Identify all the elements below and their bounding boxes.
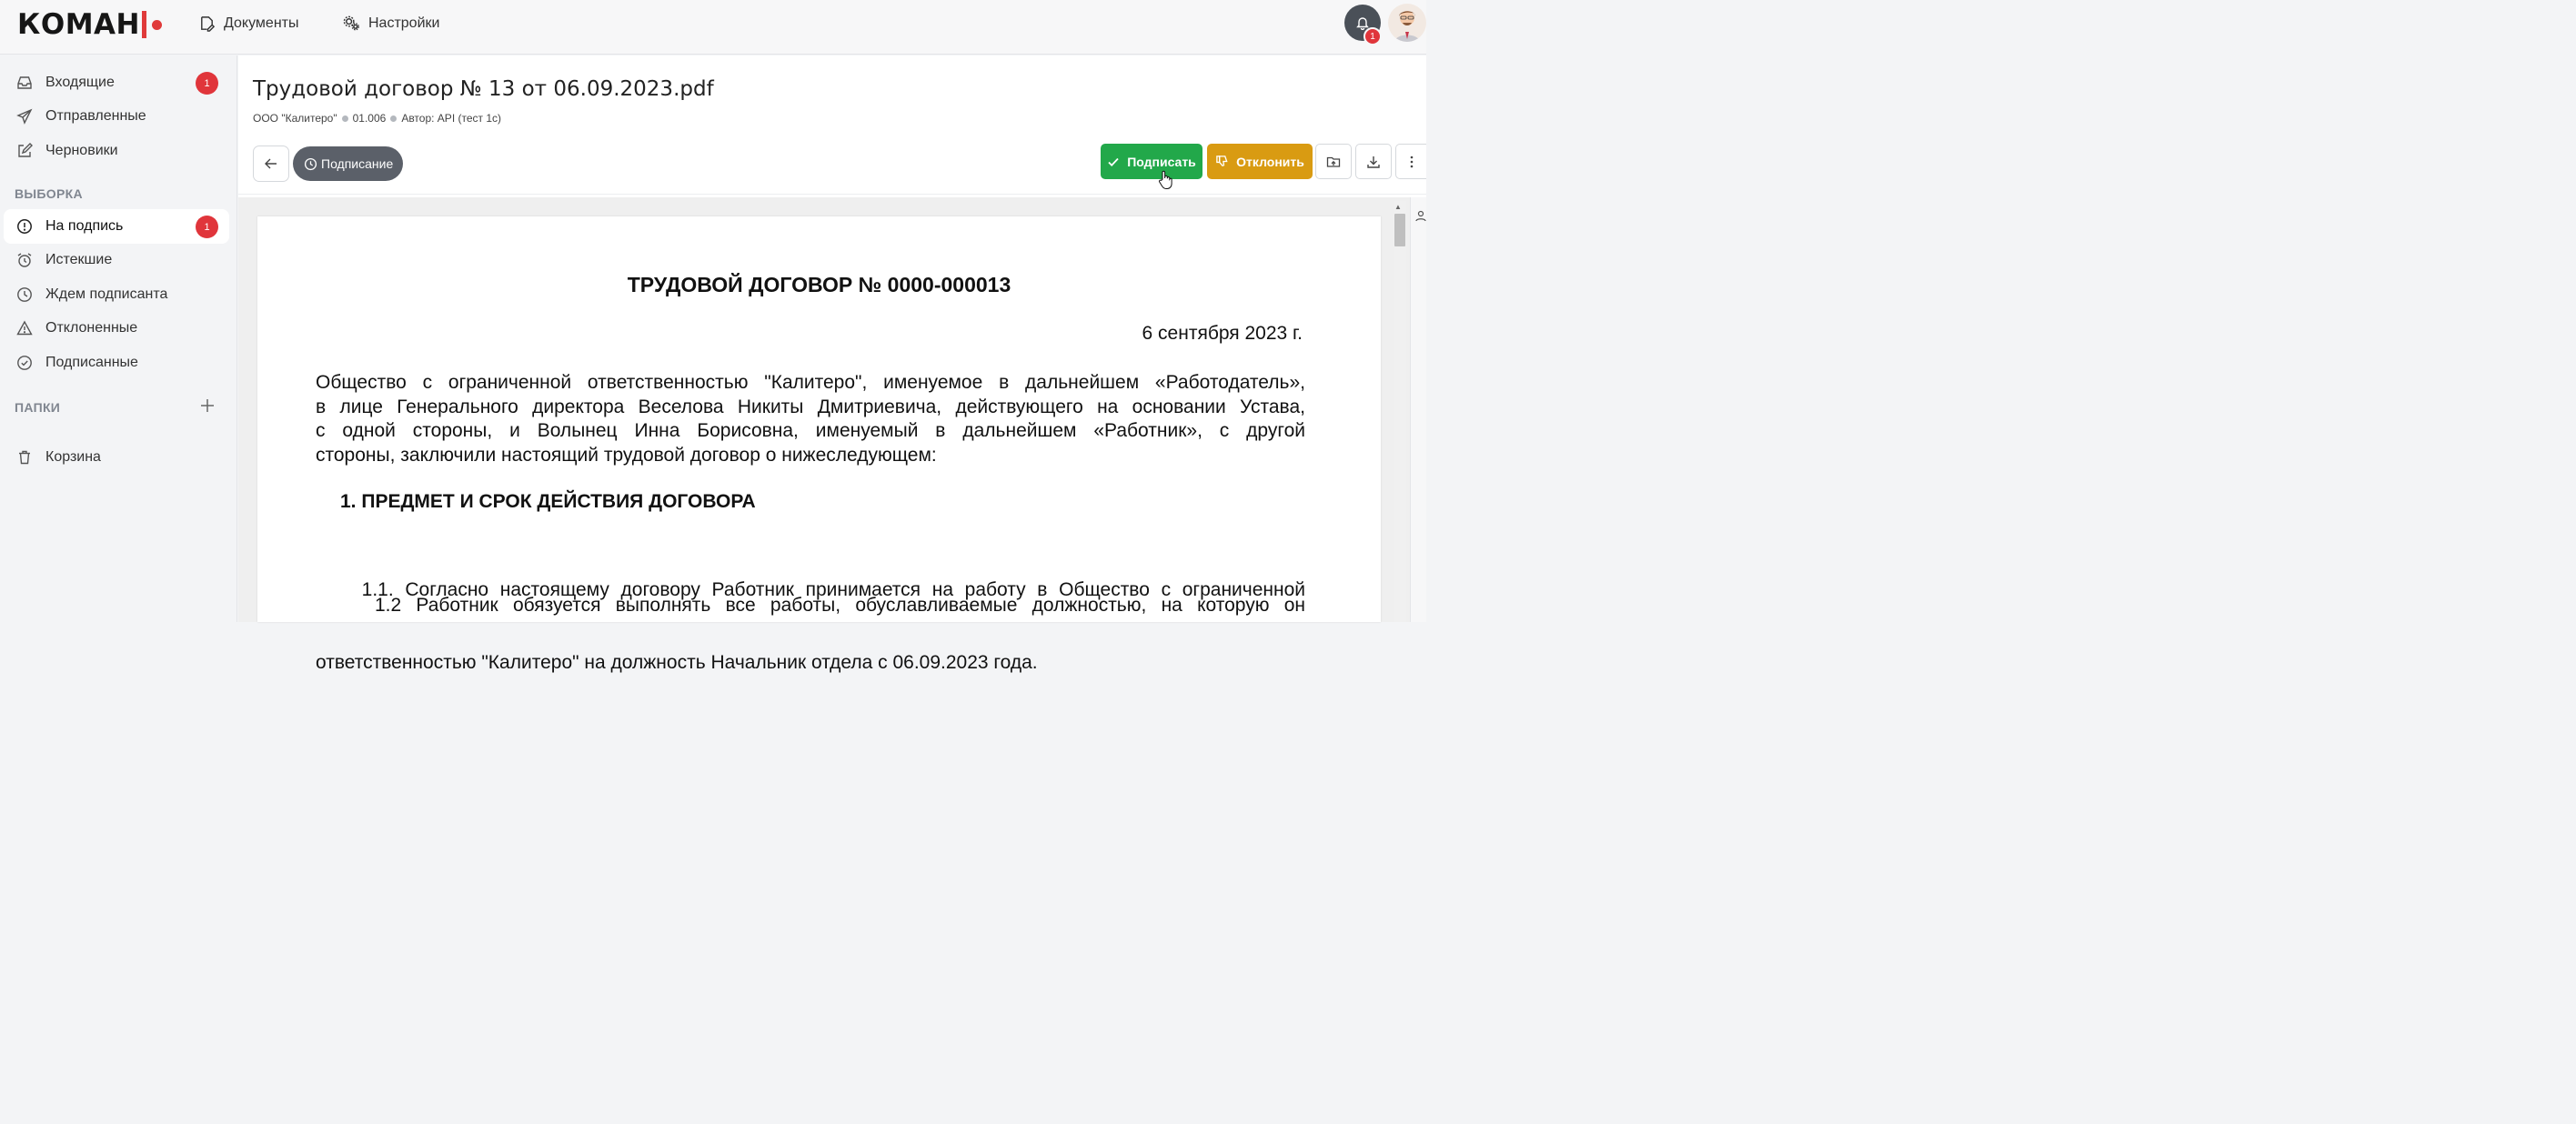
sign-button-label: Подписать xyxy=(1127,154,1196,169)
logo-dot-mark xyxy=(151,19,162,30)
pdf-date: 6 сентября 2023 г. xyxy=(1142,323,1303,344)
add-folder-icon[interactable] xyxy=(199,397,216,414)
top-bar: КОМАН Документы Настройки 1 xyxy=(0,0,1426,55)
inbox-icon xyxy=(17,76,32,89)
warning-triangle-icon xyxy=(16,320,33,336)
hand-cursor-icon xyxy=(1159,170,1172,189)
document-meta: ООО "Калитеро" 01.006 Автор: API (тест 1… xyxy=(253,112,501,125)
pdf-text-line: стороны, заключили настоящий трудовой до… xyxy=(316,444,937,466)
document-title: Трудовой договор № 13 от 06.09.2023.pdf xyxy=(253,77,714,101)
gears-icon xyxy=(343,15,359,31)
inbox-count-badge: 1 xyxy=(196,72,218,95)
main-content: Трудовой договор № 13 от 06.09.2023.pdf … xyxy=(238,55,1426,673)
sidebar-item-label: Подписанные xyxy=(45,355,138,370)
folder-upload-icon xyxy=(1326,156,1341,167)
meta-separator-dot xyxy=(390,115,397,122)
meta-separator-dot xyxy=(341,115,348,122)
right-side-panel xyxy=(1410,197,1426,622)
document-author: Автор: API (тест 1с) xyxy=(401,112,502,125)
pdf-section-heading: 1. ПРЕДМЕТ И СРОК ДЕЙСТВИЯ ДОГОВОРА xyxy=(340,491,756,512)
alert-circle-icon xyxy=(17,219,32,234)
send-icon xyxy=(16,108,33,125)
status-label: Подписание xyxy=(321,156,394,171)
pdf-title: ТРУДОВОЙ ДОГОВОР № 0000-000013 xyxy=(627,273,1011,296)
check-circle-icon xyxy=(17,356,32,370)
folders-heading: ПАПКИ xyxy=(15,400,61,415)
download-button[interactable] xyxy=(1355,144,1392,179)
arrow-left-icon xyxy=(265,158,277,169)
users-icon[interactable] xyxy=(1415,210,1426,223)
logo-text: КОМАН xyxy=(17,8,140,41)
sidebar-item-label: Отправленные xyxy=(45,108,146,124)
sidebar: Входящие 1 Отправленные Черновики ВЫБОРК… xyxy=(0,55,237,622)
alarm-clock-icon xyxy=(17,253,32,267)
avatar[interactable] xyxy=(1388,4,1426,42)
pdf-viewer[interactable]: ТРУДОВОЙ ДОГОВОР № 0000-000013 6 сентябр… xyxy=(238,197,1410,673)
sidebar-item-trash[interactable]: Корзина xyxy=(4,440,229,475)
sidebar-item-label: На подпись xyxy=(45,218,124,234)
sidebar-item-label: Корзина xyxy=(45,449,101,465)
thumbs-down-icon xyxy=(1216,156,1228,166)
pdf-clause-1-2: 1.2 Работник обязуется выполнять все раб… xyxy=(316,594,1305,618)
sidebar-item-waiting-signer[interactable]: Ждем подписанта xyxy=(4,277,229,312)
sidebar-item-rejected[interactable]: Отклоненные xyxy=(4,311,229,346)
sidebar-item-inbox[interactable]: Входящие 1 xyxy=(4,65,229,100)
document-edit-icon xyxy=(201,16,216,32)
sidebar-item-expired[interactable]: Истекшие xyxy=(4,243,229,277)
selection-heading: ВЫБОРКА xyxy=(15,186,83,201)
scroll-up-arrow[interactable]: ▲ xyxy=(1394,203,1402,211)
clock-icon xyxy=(17,287,32,302)
reject-button[interactable]: Отклонить xyxy=(1207,144,1313,179)
back-button[interactable] xyxy=(253,146,289,182)
to-sign-count-badge: 1 xyxy=(196,216,218,238)
sidebar-item-label: Черновики xyxy=(45,143,118,158)
logo[interactable]: КОМАН xyxy=(17,7,162,42)
more-vertical-icon xyxy=(1410,156,1413,167)
document-code: 01.006 xyxy=(352,112,387,125)
sign-button[interactable]: Подписать xyxy=(1101,144,1202,179)
pdf-text-line: 1.2 Работник обязуется выполнять все раб… xyxy=(316,595,1305,616)
pdf-text-line: Общество с ограниченной ответственностью… xyxy=(316,372,1305,393)
check-icon xyxy=(1108,157,1119,166)
logo-bar-mark xyxy=(141,11,146,38)
pdf-clause-1-1: 1.1. Согласно настоящему договору Работн… xyxy=(316,530,1305,723)
sidebar-item-drafts[interactable]: Черновики xyxy=(4,134,229,168)
edit-icon xyxy=(18,143,33,157)
clock-icon xyxy=(304,157,317,170)
nav-settings[interactable]: Настройки xyxy=(343,15,439,32)
pdf-scrollbar-thumb[interactable] xyxy=(1394,214,1405,246)
reject-button-label: Отклонить xyxy=(1236,154,1304,169)
user-avatar-illustration xyxy=(1394,11,1420,42)
sidebar-item-to-sign[interactable]: На подпись 1 xyxy=(4,209,229,244)
pdf-scrollbar[interactable] xyxy=(1394,201,1406,622)
move-to-folder-button[interactable] xyxy=(1315,144,1352,179)
notifications-badge: 1 xyxy=(1363,27,1382,45)
sidebar-item-label: Отклоненные xyxy=(45,320,138,336)
sidebar-item-label: Входящие xyxy=(45,75,115,90)
trash-icon xyxy=(19,450,30,465)
pdf-intro-paragraph: Общество с ограниченной ответственностью… xyxy=(316,371,1305,467)
sidebar-item-label: Ждем подписанта xyxy=(45,286,168,302)
pdf-page: ТРУДОВОЙ ДОГОВОР № 0000-000013 6 сентябр… xyxy=(257,216,1381,673)
sidebar-item-signed[interactable]: Подписанные xyxy=(4,346,229,380)
nav-settings-label: Настройки xyxy=(368,15,440,31)
status-badge: Подписание xyxy=(293,146,404,181)
pdf-text-line: ответственностью "Калитеро" на должность… xyxy=(316,651,1038,673)
pdf-text-line: в лице Генерального директора Веселова Н… xyxy=(316,396,1305,417)
more-options-button[interactable] xyxy=(1395,144,1426,179)
download-icon xyxy=(1367,156,1380,168)
pdf-text-line: с одной стороны, и Волынец Инна Борисовн… xyxy=(316,420,1305,441)
toolbar-divider xyxy=(238,194,1426,195)
nav-documents-label: Документы xyxy=(224,15,299,31)
sidebar-item-label: Истекшие xyxy=(45,252,113,267)
document-company: ООО "Калитеро" xyxy=(253,112,337,125)
nav-documents[interactable]: Документы xyxy=(198,15,298,32)
sidebar-item-sent[interactable]: Отправленные xyxy=(4,99,229,134)
